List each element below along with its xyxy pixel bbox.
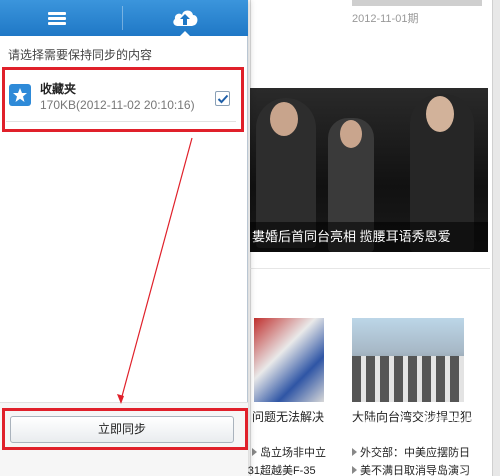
bullet-icon <box>252 448 257 456</box>
page-scrollbar[interactable] <box>492 0 500 476</box>
watermark-logo: Bai 经验 <box>360 414 480 445</box>
favorites-sync-item[interactable]: 收藏夹 170KB(2012-11-02 20:10:16) <box>6 68 242 132</box>
item-name: 收藏夹 <box>40 82 77 96</box>
cloud-upload-icon <box>173 10 198 26</box>
sync-panel: 请选择需要保持同步的内容 收藏夹 170KB(2012-11-02 20:10:… <box>0 0 248 476</box>
active-tab-pointer <box>179 31 191 37</box>
star-icon <box>9 84 31 106</box>
instruction-text: 请选择需要保持同步的内容 <box>8 48 153 62</box>
item-divider <box>6 121 236 122</box>
hamburger-icon <box>48 12 66 25</box>
section-divider <box>250 268 490 269</box>
checkmark-icon <box>217 94 229 104</box>
crowd-figures <box>352 356 464 402</box>
news-link-right-2[interactable]: 美不满日取消导岛演习 <box>360 462 470 476</box>
panel-toolbar <box>0 0 248 37</box>
news-thumbnail-flag[interactable] <box>254 318 324 402</box>
favorites-checkbox[interactable] <box>215 91 230 106</box>
photo-figure-right-face <box>426 96 454 132</box>
issue-date: 2012-11-01期 <box>352 13 419 25</box>
featured-photo[interactable]: 婁婚后首同台亮相 揽腰耳语秀恩爱 <box>250 88 488 252</box>
sync-tab[interactable] <box>123 0 248 37</box>
news-thumbnail-crowd[interactable] <box>352 318 464 402</box>
bullet-icon <box>352 466 357 474</box>
menu-tab[interactable] <box>0 0 122 36</box>
news-title-left[interactable]: 问题无法解决 <box>252 408 324 425</box>
sync-now-button[interactable]: 立即同步 <box>10 416 234 443</box>
headline-cutoff <box>352 0 482 6</box>
item-size-date: 170KB(2012-11-02 20:10:16) <box>40 98 195 112</box>
bullet-icon <box>352 448 357 456</box>
photo-caption[interactable]: 婁婚后首同台亮相 揽腰耳语秀恩爱 <box>250 222 488 252</box>
photo-figure-center-face <box>340 120 362 148</box>
photo-figure-left-face <box>270 102 298 136</box>
news-link-left-1[interactable]: 岛立场非中立 <box>260 444 326 460</box>
